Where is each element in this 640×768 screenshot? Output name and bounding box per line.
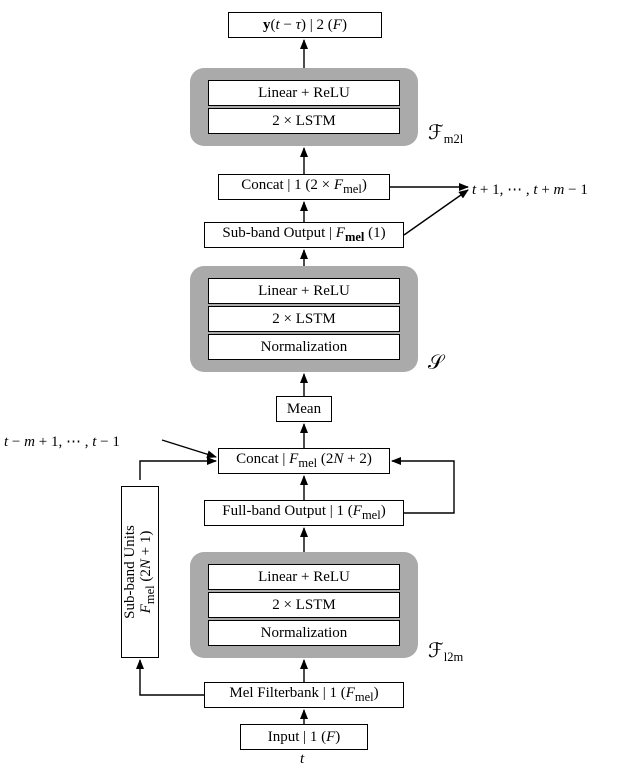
output-y-text: y(t − τ) | 2 (F) (263, 17, 347, 34)
subband-output: Sub-band Output | Fmel (1) (204, 222, 404, 248)
output-y: y(t − τ) | 2 (F) (228, 12, 382, 38)
label-f-l2m: ℱl2m (428, 638, 463, 665)
concat-mid: Concat | Fmel (2N + 2) (218, 448, 390, 474)
input-text: Input | 1 (F) (268, 729, 341, 746)
label-f-m2l: ℱm2l (428, 120, 463, 147)
linear-relu-mid: Linear + ReLU (208, 278, 400, 304)
concat-top: Concat | 1 (2 × Fmel) (218, 174, 390, 200)
linear-relu-top: Linear + ReLU (208, 80, 400, 106)
concat-mid-text: Concat | Fmel (2N + 2) (236, 451, 372, 471)
lstm-top: 2 × LSTM (208, 108, 400, 134)
subband-units: Sub-band UnitsFmel (2N + 1) (121, 486, 159, 658)
subband-output-text: Sub-band Output | Fmel (1) (222, 225, 385, 245)
fullband-output: Full-band Output | 1 (Fmel) (204, 500, 404, 526)
norm-bot: Normalization (208, 620, 400, 646)
label-t-future: t + 1, ⋯ , t + m − 1 (472, 180, 588, 199)
concat-top-text: Concat | 1 (2 × Fmel) (241, 177, 367, 197)
subband-units-text: Sub-band UnitsFmel (2N + 1) (122, 525, 158, 619)
norm-mid: Normalization (208, 334, 400, 360)
lstm-bot: 2 × LSTM (208, 592, 400, 618)
fullband-output-text: Full-band Output | 1 (Fmel) (222, 503, 385, 523)
mean: Mean (276, 396, 332, 422)
label-t: t (300, 751, 304, 768)
mel-filterbank: Mel Filterbank | 1 (Fmel) (204, 682, 404, 708)
input: Input | 1 (F) (240, 724, 368, 750)
label-t-past: t − m + 1, ⋯ , t − 1 (4, 432, 120, 451)
lstm-mid: 2 × LSTM (208, 306, 400, 332)
linear-relu-bot: Linear + ReLU (208, 564, 400, 590)
label-s: 𝒮 (428, 352, 443, 375)
mel-filterbank-text: Mel Filterbank | 1 (Fmel) (229, 685, 378, 705)
